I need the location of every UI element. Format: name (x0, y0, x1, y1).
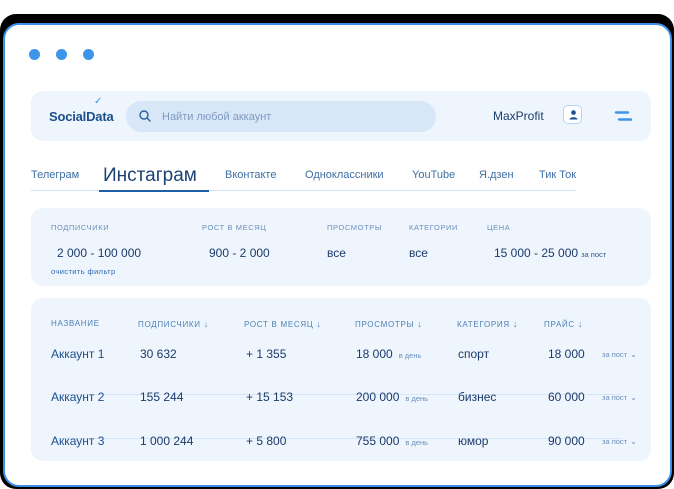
account-growth: + 15 153 (246, 390, 294, 404)
account-category: юмор (458, 434, 489, 448)
app-logo[interactable]: SocialData (49, 109, 114, 124)
clear-filter-link[interactable]: очистить фильтр (51, 267, 116, 276)
account-price: 90 000 (548, 434, 585, 448)
filter-growth-value[interactable]: 900 - 2 000 (209, 246, 270, 260)
search-bar[interactable] (126, 101, 436, 132)
account-views: 18 000 в день (356, 347, 421, 361)
sort-arrow-icon: ↓ (417, 319, 423, 329)
account-name[interactable]: Аккаунт 1 (51, 347, 104, 361)
logo-check-icon: ✓ (94, 96, 103, 107)
filter-subscribers-label: ПОДПИСЧИКИ (51, 223, 110, 232)
user-name: MaxProfit (493, 109, 544, 123)
sort-arrow-icon: ↓ (512, 319, 519, 329)
sort-arrow-icon: ↓ (316, 319, 322, 329)
account-views-value: 200 000 (356, 390, 400, 404)
chevron-down-icon: ⌄ (630, 350, 637, 359)
per-post-label: за пост (602, 350, 628, 359)
account-name[interactable]: Аккаунт 2 (51, 390, 104, 404)
window-dot-close[interactable] (29, 49, 40, 60)
filter-category-label: КАТЕГОРИИ (409, 223, 459, 232)
platform-tabs: Телеграм Инстаграм Вконтакте Одноклассни… (31, 161, 576, 192)
per-post-label: за пост (602, 437, 628, 446)
tab-tiktok[interactable]: Тик Ток (539, 161, 576, 191)
column-header-subscribers[interactable]: ПОДПИСЧИКИ ↓ (138, 319, 209, 329)
menu-icon[interactable] (614, 110, 632, 122)
account-subscribers: 30 632 (140, 347, 177, 361)
account-price: 18 000 (548, 347, 585, 361)
filter-price-suffix: за пост (581, 250, 607, 259)
column-header-growth[interactable]: РОСТ В МЕСЯЦ ↓ (244, 319, 322, 329)
price-unit-dropdown[interactable]: за пост ⌄ (602, 393, 637, 402)
account-views-value: 18 000 (356, 347, 393, 361)
column-header-category[interactable]: КАТЕГОРИЯ ↓ (457, 319, 518, 329)
filter-views-label: ПРОСМОТРЫ (327, 223, 383, 232)
per-day-label: в день (405, 438, 429, 447)
table-row[interactable]: Аккаунт 2 155 244 + 15 153 200 000 в день… (51, 390, 637, 432)
user-icon (569, 110, 578, 120)
tab-youtube[interactable]: YouTube (412, 161, 455, 191)
account-category: бизнес (458, 390, 497, 404)
account-views: 755 000 в день (356, 434, 428, 448)
column-header-subscribers-label: ПОДПИСЧИКИ (138, 320, 201, 329)
account-growth: + 1 355 (246, 347, 287, 361)
window-dot-maximize[interactable] (83, 49, 94, 60)
tab-odnoklassniki[interactable]: Одноклассники (305, 161, 384, 191)
active-tab-indicator (99, 190, 209, 192)
filter-views-value[interactable]: все (327, 246, 346, 260)
sort-arrow-icon: ↓ (577, 319, 584, 329)
column-header-price[interactable]: ПРАЙС ↓ (544, 319, 583, 329)
account-name[interactable]: Аккаунт 3 (51, 434, 104, 448)
filter-category-value[interactable]: все (409, 246, 428, 260)
account-price: 60 000 (548, 390, 585, 404)
tab-yandex-zen[interactable]: Я.дзен (479, 161, 514, 191)
column-header-views-label: ПРОСМОТРЫ (355, 320, 415, 329)
table-row[interactable]: Аккаунт 1 30 632 + 1 355 18 000 в день сп… (51, 347, 637, 389)
search-icon (139, 110, 151, 122)
accounts-table: НАЗВАНИЕ ПОДПИСЧИКИ ↓ РОСТ В МЕСЯЦ ↓ ПРОСМ… (31, 298, 651, 461)
browser-window: SocialData ✓ MaxProfit Телеграм Инстагра… (3, 23, 672, 487)
window-dot-minimize[interactable] (56, 49, 67, 60)
account-category: спорт (458, 347, 490, 361)
table-row[interactable]: Аккаунт 3 1 000 244 + 5 800 755 000 в ден… (51, 434, 637, 476)
account-growth: + 5 800 (246, 434, 287, 448)
filter-growth-label: РОСТ В МЕСЯЦ (202, 223, 267, 232)
filter-price-range: 15 000 - 25 000 (494, 246, 579, 260)
per-day-label: в день (405, 394, 429, 403)
account-views: 200 000 в день (356, 390, 428, 404)
tab-vkontakte[interactable]: Вконтакте (225, 161, 276, 191)
filter-subscribers-value[interactable]: 2 000 - 100 000 (57, 246, 141, 260)
filter-price-value[interactable]: 15 000 - 25 000 за пост (494, 246, 606, 260)
column-header-price-label: ПРАЙС (544, 320, 575, 329)
per-day-label: в день (398, 351, 422, 360)
filter-panel: ПОДПИСЧИКИ 2 000 - 100 000 очистить филь… (31, 208, 651, 286)
chevron-down-icon: ⌄ (630, 437, 637, 446)
chevron-down-icon: ⌄ (630, 393, 637, 402)
column-header-name[interactable]: НАЗВАНИЕ (51, 319, 100, 328)
per-post-label: за пост (602, 393, 628, 402)
column-header-growth-label: РОСТ В МЕСЯЦ (244, 320, 314, 329)
profile-button[interactable] (563, 105, 582, 124)
price-unit-dropdown[interactable]: за пост ⌄ (602, 350, 637, 359)
search-input[interactable] (162, 108, 422, 125)
app-header: SocialData ✓ MaxProfit (31, 91, 651, 141)
tab-telegram[interactable]: Телеграм (31, 161, 79, 191)
window-controls (29, 49, 94, 60)
price-unit-dropdown[interactable]: за пост ⌄ (602, 437, 637, 446)
account-views-value: 755 000 (356, 434, 400, 448)
tab-instagram[interactable]: Инстаграм (103, 161, 197, 191)
sort-arrow-icon: ↓ (203, 319, 209, 329)
account-subscribers: 1 000 244 (140, 434, 194, 448)
column-header-category-label: КАТЕГОРИЯ (457, 320, 510, 329)
account-subscribers: 155 244 (140, 390, 184, 404)
filter-price-label: ЦЕНА (487, 223, 511, 232)
column-header-views[interactable]: ПРОСМОТРЫ ↓ (355, 319, 423, 329)
